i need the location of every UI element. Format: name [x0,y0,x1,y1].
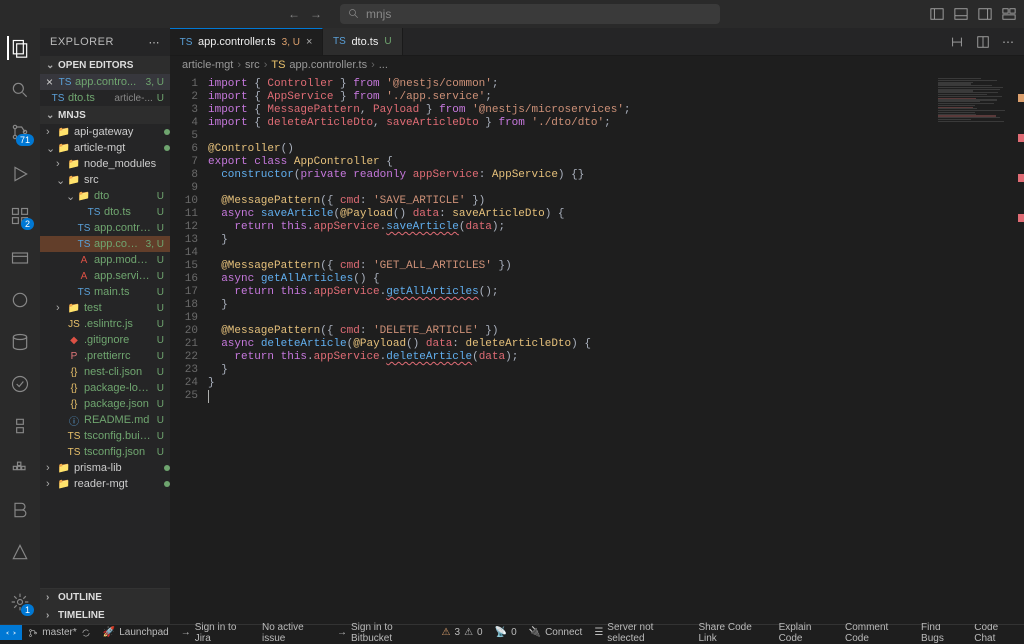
tree-item[interactable]: {}nest-cli.jsonU [40,364,170,380]
section-open-editors[interactable]: ⌄OPEN EDITORS [40,56,170,74]
tree-item[interactable]: TSapp.contr...3, U [40,236,170,252]
scm-badge: 71 [16,134,34,146]
remote-indicator[interactable] [0,625,22,640]
tree-item[interactable]: ◆.gitignoreU [40,332,170,348]
minimap[interactable] [934,74,1024,624]
connect[interactable]: 🔌 Connect [523,627,589,638]
launchpad[interactable]: 🚀 Launchpad [97,627,175,638]
tree-item[interactable]: {}package.jsonU [40,396,170,412]
sync-icon[interactable] [81,628,91,638]
search-text: mnjs [366,7,391,21]
search-icon [348,8,360,20]
activity-settings[interactable]: 1 [8,590,32,614]
nav-fwd-icon[interactable]: → [310,7,322,21]
section-workspace[interactable]: ⌄MNJS [40,106,170,124]
tree-item[interactable]: TSapp.controll...U [40,220,170,236]
problems[interactable]: ⚠3 ⚠0 [436,627,489,638]
ports[interactable]: 📡 0 [489,627,523,638]
tree-item[interactable]: ⓘREADME.mdU [40,412,170,428]
activity-explorer[interactable] [7,36,31,60]
status-bar: master* 🚀 Launchpad → Sign in to Jira No… [0,624,1024,640]
gear-badge: 1 [21,604,34,616]
tree-item[interactable]: ⌄📁article-mgt [40,140,170,156]
activity-docker[interactable] [8,456,32,480]
open-editor-item[interactable]: ×TSapp.contro...3, U [40,74,170,90]
editor: TSapp.controller.ts3, U×TSdto.tsU ⋯ arti… [170,28,1024,624]
tree-item[interactable]: Aapp.service.tsU [40,268,170,284]
activity-database[interactable] [8,330,32,354]
activity-python[interactable] [8,414,32,438]
activity-todo[interactable] [8,372,32,396]
section-timeline[interactable]: ›TIMELINE [40,606,170,624]
code-area[interactable]: 1234567891011121314151617181920212223242… [170,74,1024,624]
tree-item[interactable]: ⌄📁src [40,172,170,188]
nav-back-icon[interactable]: ← [288,7,300,21]
activity-extensions[interactable]: 2 [8,204,32,228]
activity-bold[interactable] [8,498,32,522]
sidebar: EXPLORER ⋯ ⌄OPEN EDITORS ×TSapp.contro..… [40,28,170,624]
tree-item[interactable]: ›📁node_modules [40,156,170,172]
sidebar-title: EXPLORER ⋯ [40,28,170,56]
active-issue[interactable]: No active issue [256,622,331,644]
ext-badge: 2 [21,218,34,230]
close-icon[interactable]: × [46,75,53,89]
layout-primary-icon[interactable] [930,7,944,21]
tab-close-icon[interactable]: × [306,36,312,48]
tree-item[interactable]: ›📁api-gateway [40,124,170,140]
tree-item[interactable]: ⌄📁dtoU [40,188,170,204]
activity-search[interactable] [8,78,32,102]
status-action[interactable]: Share Code Link [692,622,772,644]
open-editor-item[interactable]: TSdto.tsarticle-...U [40,90,170,106]
split-icon[interactable] [976,35,990,49]
activity-remote[interactable] [8,246,32,270]
command-center[interactable]: mnjs [340,4,720,24]
tree-item[interactable]: TStsconfig.jsonU [40,444,170,460]
activity-debug[interactable] [8,162,32,186]
tree-item[interactable]: ›📁testU [40,300,170,316]
activity-triangle[interactable] [8,540,32,564]
tree-item[interactable]: P.prettierrcU [40,348,170,364]
layout-panel-icon[interactable] [954,7,968,21]
layout-secondary-icon[interactable] [978,7,992,21]
tree-item[interactable]: TSdto.tsU [40,204,170,220]
tree-item[interactable]: TSmain.tsU [40,284,170,300]
tree-item[interactable]: {}package-lock...U [40,380,170,396]
jira-signin[interactable]: → Sign in to Jira [175,622,256,644]
tree-item[interactable]: ›📁prisma-lib [40,460,170,476]
activity-gitlens[interactable] [8,288,32,312]
tab-more-icon[interactable]: ⋯ [1002,35,1014,49]
server[interactable]: ☰ Server not selected [588,622,692,644]
git-branch[interactable]: master* [22,627,96,638]
activity-bar: 71 2 1 [0,28,40,624]
layout-custom-icon[interactable] [1002,7,1016,21]
nav-arrows: ← → [288,7,322,21]
tree-item[interactable]: Aapp.module...U [40,252,170,268]
editor-tab[interactable]: TSdto.tsU [323,28,402,55]
tree-item[interactable]: ›📁reader-mgt [40,476,170,492]
bitbucket-signin[interactable]: → Sign in to Bitbucket [331,622,436,644]
editor-tabs: TSapp.controller.ts3, U×TSdto.tsU ⋯ [170,28,1024,56]
status-action[interactable]: Comment Code [839,622,915,644]
activity-scm[interactable]: 71 [8,120,32,144]
compare-icon[interactable] [950,35,964,49]
editor-tab[interactable]: TSapp.controller.ts3, U× [170,28,323,55]
status-action[interactable]: Find Bugs [915,622,968,644]
tree-item[interactable]: JS.eslintrc.jsU [40,316,170,332]
section-outline[interactable]: ›OUTLINE [40,588,170,606]
status-action[interactable]: Code Chat [968,622,1024,644]
breadcrumb[interactable]: article-mgt›src›TS app.controller.ts›... [170,56,1024,74]
titlebar: ← → mnjs [0,0,1024,28]
status-action[interactable]: Explain Code [773,622,839,644]
tree-item[interactable]: TStsconfig.build...U [40,428,170,444]
sidebar-more-icon[interactable]: ⋯ [149,36,161,49]
